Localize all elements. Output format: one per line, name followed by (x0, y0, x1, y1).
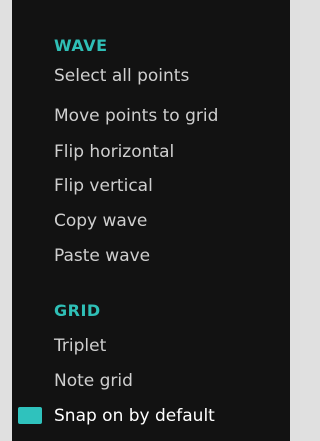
menu-item-note-grid[interactable]: Note grid (54, 370, 133, 392)
menu-item-move-points-to-grid[interactable]: Move points to grid (54, 105, 218, 127)
checked-indicator-icon (18, 407, 42, 424)
menu-item-snap-on-by-default[interactable]: Snap on by default (54, 405, 215, 427)
context-menu: WAVE Select all points Move points to gr… (12, 0, 290, 441)
grid-section-title: GRID (54, 301, 101, 320)
menu-item-select-all-points[interactable]: Select all points (54, 65, 189, 87)
menu-item-paste-wave[interactable]: Paste wave (54, 245, 150, 267)
menu-item-flip-horizontal[interactable]: Flip horizontal (54, 141, 174, 163)
menu-item-triplet[interactable]: Triplet (54, 335, 106, 357)
menu-item-copy-wave[interactable]: Copy wave (54, 210, 147, 232)
menu-item-flip-vertical[interactable]: Flip vertical (54, 175, 153, 197)
wave-section-title: WAVE (54, 36, 108, 55)
